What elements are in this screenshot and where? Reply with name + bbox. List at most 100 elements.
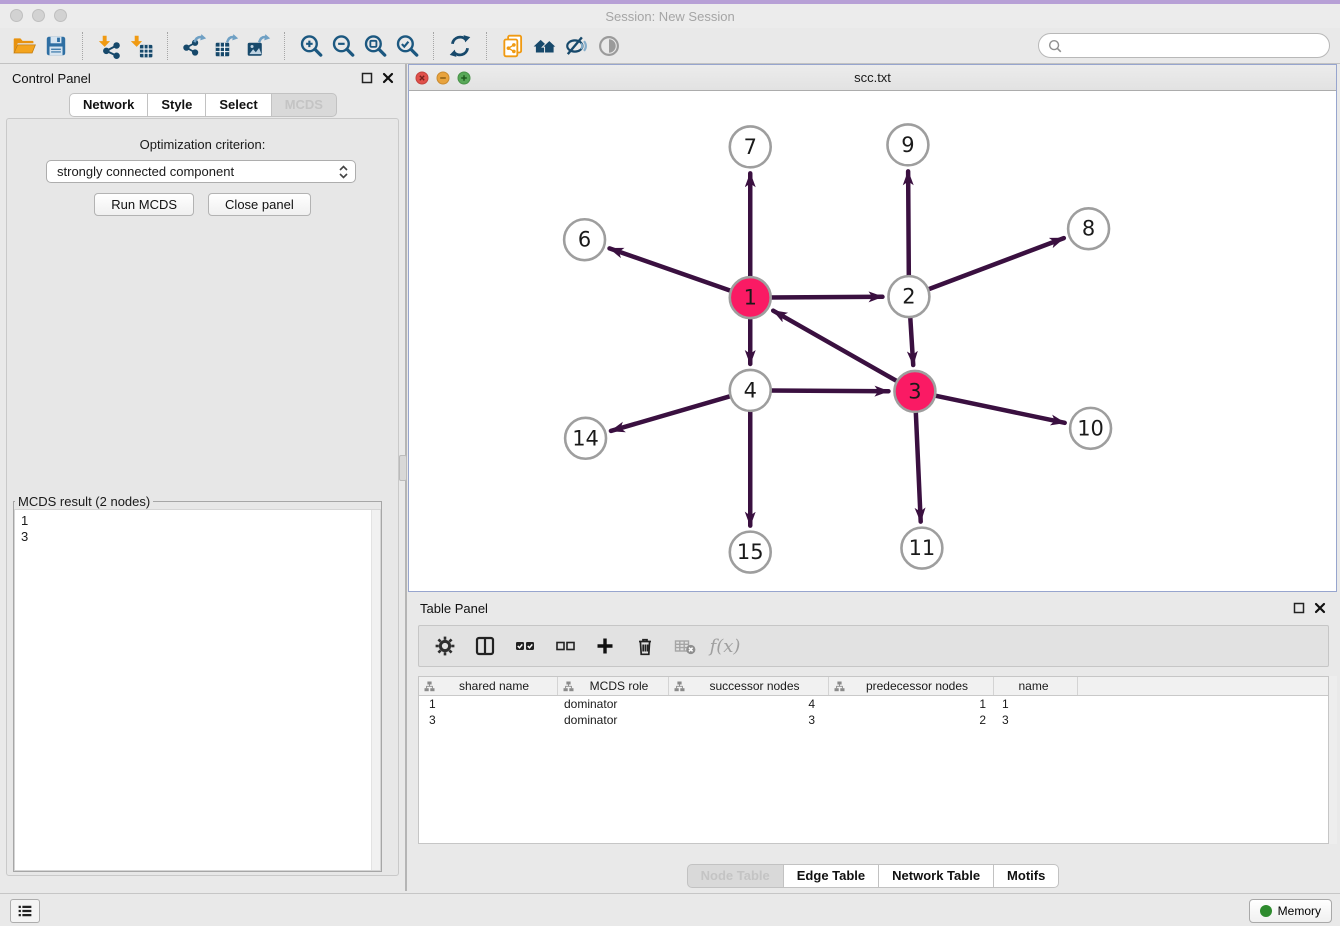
delete-column-icon: [633, 634, 657, 658]
tab-network-table[interactable]: Network Table: [879, 864, 994, 888]
mcds-result-line: 3: [21, 529, 374, 545]
graph-edge-3-11[interactable]: [916, 410, 921, 522]
graph-edge-1-2[interactable]: [769, 297, 883, 298]
close-panel-icon[interactable]: [1314, 602, 1326, 614]
graph-node-label-7: 7: [744, 135, 757, 159]
import-network-button[interactable]: [93, 31, 125, 61]
home-button[interactable]: [529, 31, 561, 61]
result-scrollbar[interactable]: [371, 510, 380, 870]
table-scrollbar[interactable]: [1329, 676, 1337, 844]
cell-successor-nodes[interactable]: 4: [669, 697, 829, 711]
tab-style[interactable]: Style: [148, 93, 206, 117]
deselect-all-columns-button[interactable]: [547, 631, 583, 661]
graph-node-label-14: 14: [572, 426, 599, 450]
cell-mcds-role[interactable]: dominator: [558, 697, 669, 711]
split-view-button[interactable]: [467, 631, 503, 661]
table-toolbar: f(x): [418, 625, 1329, 667]
tab-motifs[interactable]: Motifs: [994, 864, 1059, 888]
delete-column-button[interactable]: [627, 631, 663, 661]
export-table-button[interactable]: [210, 31, 242, 61]
graph-edge-3-1[interactable]: [773, 311, 899, 383]
graph-edge-2-3[interactable]: [910, 315, 913, 365]
cell-predecessor-nodes[interactable]: 1: [829, 697, 994, 711]
tab-edge-table[interactable]: Edge Table: [784, 864, 879, 888]
network-graph[interactable]: 7968124314101511: [409, 91, 1336, 591]
deselect-all-icon: [553, 634, 577, 658]
network-file-button[interactable]: [497, 31, 529, 61]
panel-divider-handle[interactable]: [399, 455, 407, 481]
graph-edge-4-14[interactable]: [611, 396, 733, 431]
run-mcds-button[interactable]: Run MCDS: [94, 193, 194, 216]
memory-button[interactable]: Memory: [1249, 899, 1332, 923]
graph-edge-2-9[interactable]: [908, 171, 909, 278]
table-row[interactable]: 3 dominator 3 2 3: [419, 712, 1328, 728]
node-table[interactable]: shared name MCDS role successor nodes pr…: [418, 676, 1329, 844]
zoom-selected-icon: [394, 33, 420, 59]
function-builder-button[interactable]: f(x): [707, 631, 743, 661]
zoom-fit-button[interactable]: [359, 31, 391, 61]
table-row[interactable]: 1 dominator 4 1 1: [419, 696, 1328, 712]
optimization-criterion-label: Optimization criterion:: [7, 137, 398, 152]
delete-table-button[interactable]: [667, 631, 703, 661]
cell-name[interactable]: 3: [994, 713, 1078, 727]
table-tabs: Node Table Edge Table Network Table Moti…: [408, 864, 1338, 888]
cell-name[interactable]: 1: [994, 697, 1078, 711]
control-panel: Control Panel Network Style Select MCDS …: [0, 65, 406, 893]
tab-mcds[interactable]: MCDS: [272, 93, 337, 117]
graph-node-label-4: 4: [744, 378, 757, 402]
column-header-shared-name[interactable]: shared name: [419, 677, 558, 695]
zoom-out-button[interactable]: [327, 31, 359, 61]
table-settings-button[interactable]: [427, 631, 463, 661]
network-file-icon: [500, 33, 526, 59]
tree-icon: [424, 681, 435, 692]
tree-icon: [674, 681, 685, 692]
save-session-button[interactable]: [40, 31, 72, 61]
float-panel-icon[interactable]: [1293, 602, 1305, 614]
refresh-layout-icon: [447, 33, 473, 59]
open-session-button[interactable]: [8, 31, 40, 61]
add-column-button[interactable]: [587, 631, 623, 661]
graph-node-label-9: 9: [901, 133, 914, 157]
cell-successor-nodes[interactable]: 3: [669, 713, 829, 727]
select-all-columns-button[interactable]: [507, 631, 543, 661]
network-view-window: scc.txt 7968124314101511: [408, 64, 1337, 592]
network-canvas[interactable]: 7968124314101511: [409, 91, 1336, 591]
zoom-selected-button[interactable]: [391, 31, 423, 61]
cell-mcds-role[interactable]: dominator: [558, 713, 669, 727]
search-box[interactable]: [1038, 33, 1330, 58]
graph-edge-4-3[interactable]: [769, 391, 889, 392]
import-table-button[interactable]: [125, 31, 157, 61]
tab-node-table[interactable]: Node Table: [687, 864, 784, 888]
float-panel-icon[interactable]: [361, 72, 373, 84]
cell-shared-name[interactable]: 3: [419, 713, 558, 727]
column-header-predecessor-nodes[interactable]: predecessor nodes: [829, 677, 994, 695]
graph-edge-2-8[interactable]: [926, 238, 1064, 290]
column-header-successor-nodes[interactable]: successor nodes: [669, 677, 829, 695]
column-header-mcds-role[interactable]: MCDS role: [558, 677, 669, 695]
graph-edge-3-10[interactable]: [933, 395, 1065, 423]
close-panel-button[interactable]: Close panel: [208, 193, 311, 216]
mcds-result-text[interactable]: 1 3: [14, 509, 381, 871]
criterion-dropdown[interactable]: strongly connected component: [46, 160, 356, 183]
select-all-icon: [513, 634, 537, 658]
hidden-eye-button[interactable]: [561, 31, 593, 61]
search-input[interactable]: [1063, 36, 1329, 56]
task-history-button[interactable]: [10, 899, 40, 923]
zoom-in-button[interactable]: [295, 31, 327, 61]
graph-node-label-3: 3: [908, 379, 921, 403]
export-image-button[interactable]: [242, 31, 274, 61]
cell-predecessor-nodes[interactable]: 2: [829, 713, 994, 727]
eye-button[interactable]: [593, 31, 625, 61]
main-toolbar: [0, 28, 1340, 64]
graph-node-label-8: 8: [1082, 217, 1095, 241]
network-window-titlebar[interactable]: scc.txt: [409, 65, 1336, 91]
tab-network[interactable]: Network: [69, 93, 148, 117]
column-header-name[interactable]: name: [994, 677, 1078, 695]
export-network-button[interactable]: [178, 31, 210, 61]
memory-label: Memory: [1278, 904, 1321, 918]
refresh-layout-button[interactable]: [444, 31, 476, 61]
cell-shared-name[interactable]: 1: [419, 697, 558, 711]
graph-edge-1-6[interactable]: [610, 248, 733, 291]
tab-select[interactable]: Select: [206, 93, 271, 117]
close-panel-icon[interactable]: [382, 72, 394, 84]
